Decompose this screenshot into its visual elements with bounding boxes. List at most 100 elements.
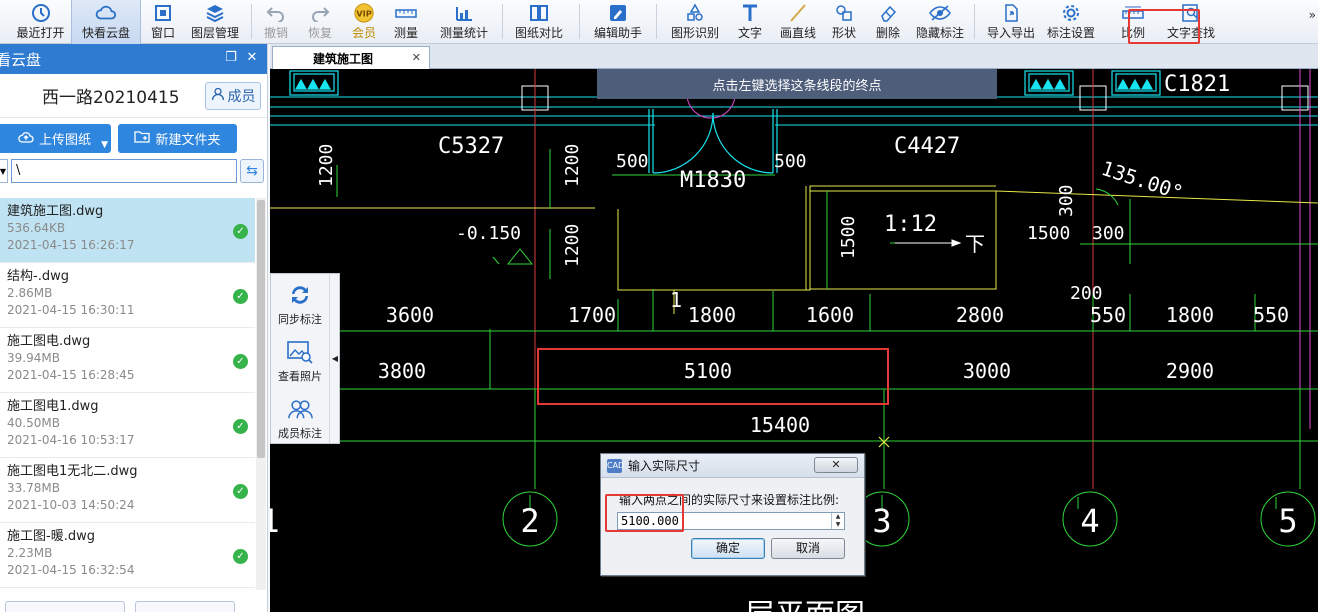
new-folder-button[interactable]: 新建文件夹 — [118, 124, 237, 153]
bottom-action-button[interactable] — [5, 601, 125, 612]
clock-icon — [30, 2, 52, 24]
toolbar-scale-button[interactable]: 比例 — [1103, 0, 1163, 44]
toolbar-shape-recognize-button[interactable]: 图形识别 — [665, 0, 725, 44]
file-name: 施工图电1无北二.dwg — [7, 464, 138, 479]
file-item[interactable]: 施工图电1无北二.dwg 33.78MB 2021-10-03 14:50:24… — [0, 458, 255, 523]
toolbar-import-export-button[interactable]: 导入导出 — [983, 0, 1039, 44]
file-name: 施工图电.dwg — [7, 334, 91, 349]
hint-bar: 点击左键选择这条线段的终点 — [597, 69, 997, 99]
bottom-action-button[interactable] — [135, 601, 235, 612]
shapes-icon — [833, 2, 855, 24]
gear-icon — [1060, 2, 1082, 24]
sync-annotation-button[interactable]: 同步标注 — [271, 276, 329, 332]
dialog-close-button[interactable]: ✕ — [814, 457, 858, 473]
folder-plus-icon — [134, 130, 151, 148]
toolbar-label: 文字 — [737, 26, 762, 40]
label-down: 下 — [965, 232, 985, 256]
cancel-button[interactable]: 取消 — [771, 538, 845, 559]
file-size: 2.23MB — [7, 546, 53, 560]
toolbar-delete-button[interactable]: 删除 — [873, 0, 903, 44]
chevron-down-icon[interactable]: ▼ — [101, 140, 108, 150]
dialog-title: 输入实际尺寸 — [628, 459, 701, 473]
dim-200: 200 — [1070, 283, 1103, 304]
view-photos-button[interactable]: 查看照片 — [271, 333, 329, 389]
toolbar-annotation-settings-button[interactable]: 标注设置 — [1043, 0, 1099, 44]
toolbar-label: 图形识别 — [670, 26, 719, 40]
collapse-arrow-icon[interactable]: ◀ — [329, 274, 340, 443]
close-icon[interactable]: ✕ — [245, 51, 259, 65]
path-dropdown-icon[interactable]: ▼ — [0, 159, 8, 183]
panel-title: 看云盘 — [0, 50, 42, 69]
app-icon: CAD — [607, 458, 624, 473]
import-export-icon — [1000, 2, 1022, 24]
file-item[interactable]: 施工图电1.dwg 40.50MB 2021-04-16 10:53:17 ✓ — [0, 393, 255, 458]
toolbar-label: 快看云盘 — [81, 26, 130, 40]
toolbar-compare-button[interactable]: 图纸对比 — [509, 0, 569, 44]
toolbar-separator — [502, 4, 503, 39]
tab-close-icon[interactable]: ✕ — [412, 51, 421, 64]
synced-check-icon: ✓ — [233, 289, 248, 304]
toolbar-recent-button[interactable]: 最近打开 — [16, 0, 65, 44]
side-item-label: 成员标注 — [278, 427, 322, 440]
file-item[interactable]: 结构-.dwg 2.86MB 2021-04-15 16:30:11 ✓ — [0, 263, 255, 328]
action-buttons-row: 上传图纸 ▼ 新建文件夹 — [0, 118, 267, 156]
spin-arrows-icon[interactable]: ▲ ▼ — [831, 513, 844, 529]
toolbar-more-button[interactable]: » — [1309, 8, 1316, 22]
toolbar-measure-button[interactable]: 测量 — [386, 0, 426, 44]
toolbar-text-search-button[interactable]: 文字查找 — [1163, 0, 1219, 44]
axis-label: 3 — [872, 502, 891, 540]
compare-icon — [528, 2, 550, 24]
redo-icon — [309, 2, 331, 24]
toolbar-redo-button[interactable]: 恢复 — [300, 0, 340, 44]
toolbar-layers-button[interactable]: 图层管理 — [185, 0, 245, 44]
toolbar-line-button[interactable]: 画直线 — [778, 0, 818, 44]
toolbar-vip-button[interactable]: VIP 会员 — [344, 0, 384, 44]
label-slope: 1:12 — [884, 212, 937, 237]
toolbar-cloud-button[interactable]: 快看云盘 — [71, 0, 141, 44]
new-folder-label: 新建文件夹 — [155, 133, 221, 148]
toolbar-edit-assistant-button[interactable]: 编辑助手 — [588, 0, 648, 44]
file-size: 536.64KB — [7, 221, 66, 235]
door-swing — [648, 109, 778, 174]
refresh-icon[interactable]: ⇆ — [240, 159, 264, 183]
toolbar-hide-annotations-button[interactable]: 隐藏标注 — [912, 0, 968, 44]
path-input[interactable]: \ — [11, 159, 237, 183]
toolbar-undo-button[interactable]: 撤销 — [256, 0, 296, 44]
drawing-labels: C5327 C4427 C1821 M1830 135.00° -0.150 1… — [438, 72, 1230, 312]
vip-icon: VIP — [353, 2, 375, 24]
file-item[interactable]: 建筑施工图.dwg 536.64KB 2021-04-15 16:26:17 ✓ — [0, 198, 255, 263]
toolbar-label: 删除 — [875, 26, 900, 40]
file-item[interactable]: 施工图电.dwg 39.94MB 2021-04-15 16:28:45 ✓ — [0, 328, 255, 393]
dimension-row-1: 3600 1700 1800 1600 2800 550 1800 550 — [386, 303, 1289, 327]
dim-500-a: 500 — [616, 151, 649, 172]
toolbar-label: 窗口 — [150, 26, 175, 40]
toolbar-shapes-button[interactable]: 形状 — [829, 0, 859, 44]
actual-size-input[interactable]: 5100.000 — [617, 512, 845, 530]
member-annotation-button[interactable]: 成员标注 — [271, 390, 329, 446]
upload-drawing-button[interactable]: 上传图纸 ▼ — [0, 124, 111, 153]
toolbar-separator — [656, 4, 657, 39]
dim-row1-value: 550 — [1090, 303, 1126, 327]
file-item[interactable]: 施工图-暖.dwg 2.23MB 2021-04-15 16:32:54 ✓ — [0, 523, 255, 588]
toolbar-label: 隐藏标注 — [915, 26, 964, 40]
member-button[interactable]: 成员 — [205, 82, 261, 110]
toolbar-label: 最近打开 — [16, 26, 65, 40]
line-icon — [787, 2, 809, 24]
file-list-scrollbar[interactable] — [256, 198, 266, 590]
toolbar-measure-stats-button[interactable]: 测量统计 — [434, 0, 494, 44]
member-button-label: 成员 — [227, 89, 256, 105]
eraser-icon — [877, 2, 899, 24]
project-row: 西一路20210415 成员 — [0, 74, 267, 118]
scrollbar-thumb[interactable] — [257, 200, 265, 458]
dim-1200-c: 1200 — [562, 224, 583, 267]
dim-1500-h: 1500 — [1027, 223, 1070, 244]
toolbar-label: 会员 — [351, 26, 376, 40]
restore-icon[interactable]: ❐ — [224, 51, 238, 65]
file-size: 40.50MB — [7, 416, 60, 430]
toolbar-window-button[interactable]: 窗口 — [141, 0, 185, 44]
dim-row2-value: 3800 — [378, 359, 426, 383]
label-door: M1830 — [680, 168, 746, 193]
ok-button[interactable]: 确定 — [691, 538, 765, 559]
toolbar-text-button[interactable]: 文字 — [731, 0, 769, 44]
tab-drawing[interactable]: 建筑施工图 ✕ — [272, 46, 430, 69]
